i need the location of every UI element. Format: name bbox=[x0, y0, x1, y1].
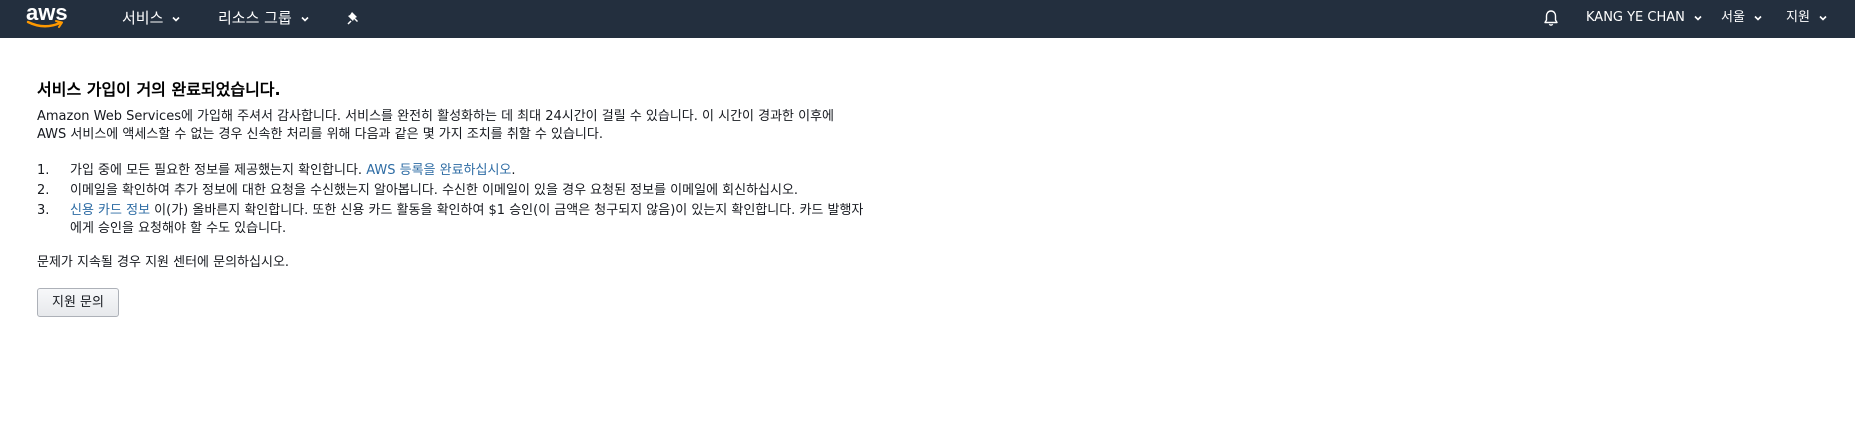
step-number: 2. bbox=[37, 183, 50, 198]
page-title: 서비스 가입이 거의 완료되었습니다. bbox=[37, 80, 281, 99]
steps-list: 1. 가입 중에 모든 필요한 정보를 제공했는지 확인합니다. AWS 등록을 … bbox=[37, 162, 877, 238]
bell-icon bbox=[1544, 10, 1558, 26]
step-text: 가입 중에 모든 필요한 정보를 제공했는지 확인합니다. bbox=[70, 163, 367, 178]
complete-registration-link[interactable]: AWS 등록을 완료하십시오 bbox=[366, 163, 511, 178]
region-menu[interactable]: 서울 bbox=[1721, 0, 1763, 38]
chevron-down-icon bbox=[172, 16, 180, 22]
list-item: 2. 이메일을 확인하여 추가 정보에 대한 요청을 수신했는지 알아봅니다. 수… bbox=[37, 182, 870, 200]
list-item: 3. 신용 카드 정보 이(가) 올바른지 확인합니다. 또한 신용 카드 활동을… bbox=[37, 202, 870, 238]
chevron-down-icon bbox=[1694, 15, 1702, 21]
aws-logo[interactable]: aws bbox=[26, 2, 74, 32]
aws-smile-icon bbox=[26, 20, 63, 28]
step-text-end: . bbox=[511, 163, 516, 178]
step-text: 이메일을 확인하여 추가 정보에 대한 요청을 수신했는지 알아봅니다. 수신한… bbox=[70, 183, 799, 198]
resource-groups-menu[interactable]: 리소스 그룹 bbox=[218, 0, 310, 38]
contact-support-note: 문제가 지속될 경우 지원 센터에 문의하십시오. bbox=[37, 255, 290, 270]
intro-paragraph: Amazon Web Services에 가입해 주셔서 감사합니다. 서비스를… bbox=[37, 109, 835, 142]
main-content: 서비스 가입이 거의 완료되었습니다. Amazon Web Services에… bbox=[37, 78, 877, 317]
chevron-down-icon bbox=[1754, 15, 1762, 21]
step-text: 이(가) 올바른지 확인합니다. 또한 신용 카드 활동을 확인하여 $1 승인… bbox=[70, 203, 864, 236]
credit-card-info-link[interactable]: 신용 카드 정보 bbox=[70, 203, 150, 218]
region-label: 서울 bbox=[1721, 10, 1745, 25]
chevron-down-icon bbox=[1819, 15, 1827, 21]
account-name: KANG YE CHAN bbox=[1586, 10, 1685, 25]
support-menu[interactable]: 지원 bbox=[1786, 0, 1828, 38]
step-number: 1. bbox=[37, 163, 50, 178]
top-navigation-bar: aws 서비스 리소스 그룹 KANG YE CHAN 서울 지원 bbox=[0, 0, 1855, 38]
pin-shortcuts-button[interactable] bbox=[347, 0, 361, 38]
services-label: 서비스 bbox=[122, 9, 164, 27]
support-label: 지원 bbox=[1786, 10, 1810, 25]
services-menu[interactable]: 서비스 bbox=[122, 0, 181, 38]
contact-support-button[interactable]: 지원 문의 bbox=[37, 288, 119, 317]
resource-groups-label: 리소스 그룹 bbox=[218, 9, 292, 27]
chevron-down-icon bbox=[301, 16, 309, 22]
pin-icon bbox=[347, 12, 358, 25]
list-item: 1. 가입 중에 모든 필요한 정보를 제공했는지 확인합니다. AWS 등록을 … bbox=[37, 162, 870, 180]
notifications-button[interactable] bbox=[1542, 0, 1560, 38]
account-menu[interactable]: KANG YE CHAN bbox=[1586, 0, 1703, 38]
step-number: 3. bbox=[37, 203, 50, 218]
